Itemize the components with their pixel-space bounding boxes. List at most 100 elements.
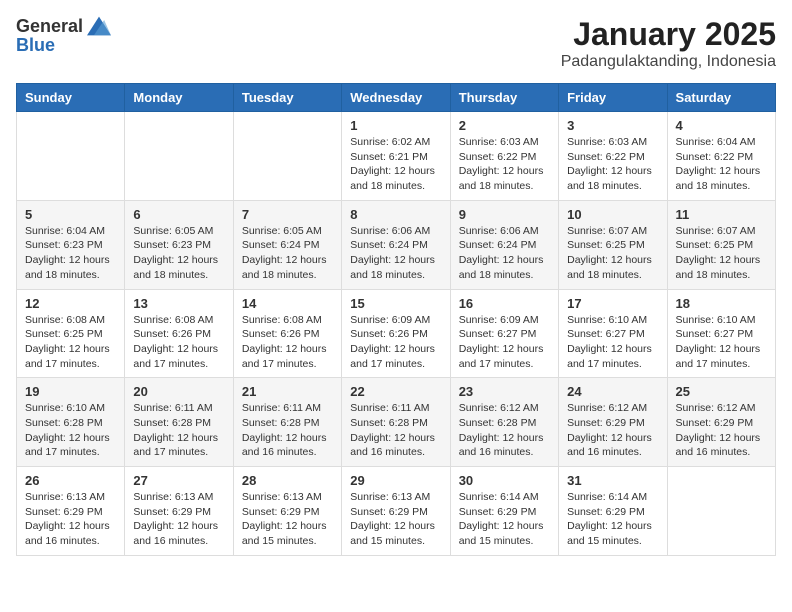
calendar-cell: 24 Sunrise: 6:12 AMSunset: 6:29 PMDayligh… <box>559 378 667 467</box>
title-location: Padangulaktanding, Indonesia <box>561 53 776 71</box>
calendar-cell: 8Sunrise: 6:06 AMSunset: 6:24 PMDaylight… <box>342 200 450 289</box>
day-number: 13 <box>133 296 224 311</box>
day-number: 12 <box>25 296 116 311</box>
day-number: 26 <box>25 473 116 488</box>
day-info: Sunrise: 6:08 AMSunset: 6:26 PMDaylight:… <box>242 313 333 372</box>
day-info: Sunrise: 6:13 AMSunset: 6:29 PMDaylight:… <box>242 490 333 549</box>
calendar-cell: 12 Sunrise: 6:08 AMSunset: 6:25 PMDayligh… <box>17 289 125 378</box>
day-info: Sunrise: 6:08 AMSunset: 6:26 PMDaylight:… <box>133 313 224 372</box>
header-friday: Friday <box>559 84 667 112</box>
calendar-cell: 10 Sunrise: 6:07 AMSunset: 6:25 PMDayligh… <box>559 200 667 289</box>
calendar-cell: 17Sunrise: 6:10 AMSunset: 6:27 PMDayligh… <box>559 289 667 378</box>
logo-general: General <box>16 17 83 35</box>
day-number: 18 <box>676 296 767 311</box>
day-info: Sunrise: 6:04 AMSunset: 6:22 PMDaylight:… <box>676 135 767 194</box>
day-info: Sunrise: 6:04 AMSunset: 6:23 PMDaylight:… <box>25 224 116 283</box>
day-info: Sunrise: 6:07 AMSunset: 6:25 PMDaylight:… <box>567 224 658 283</box>
day-number: 9 <box>459 207 550 222</box>
header-thursday: Thursday <box>450 84 558 112</box>
calendar-cell: 21Sunrise: 6:11 AMSunset: 6:28 PMDayligh… <box>233 378 341 467</box>
logo-text: General Blue <box>16 16 111 54</box>
calendar-cell: 3 Sunrise: 6:03 AMSunset: 6:22 PMDaylight… <box>559 112 667 201</box>
calendar-table: SundayMondayTuesdayWednesdayThursdayFrid… <box>16 83 776 556</box>
calendar-cell: 27Sunrise: 6:13 AMSunset: 6:29 PMDayligh… <box>125 467 233 556</box>
calendar-cell <box>233 112 341 201</box>
calendar-cell: 25Sunrise: 6:12 AMSunset: 6:29 PMDayligh… <box>667 378 775 467</box>
day-info: Sunrise: 6:10 AMSunset: 6:27 PMDaylight:… <box>676 313 767 372</box>
calendar-cell: 19Sunrise: 6:10 AMSunset: 6:28 PMDayligh… <box>17 378 125 467</box>
day-info: Sunrise: 6:05 AMSunset: 6:24 PMDaylight:… <box>242 224 333 283</box>
calendar-week-5: 26 Sunrise: 6:13 AMSunset: 6:29 PMDayligh… <box>17 467 776 556</box>
calendar-cell: 23 Sunrise: 6:12 AMSunset: 6:28 PMDayligh… <box>450 378 558 467</box>
day-number: 24 <box>567 384 658 399</box>
calendar-cell: 7Sunrise: 6:05 AMSunset: 6:24 PMDaylight… <box>233 200 341 289</box>
day-info: Sunrise: 6:11 AMSunset: 6:28 PMDaylight:… <box>133 401 224 460</box>
day-number: 20 <box>133 384 224 399</box>
day-info: Sunrise: 6:06 AMSunset: 6:24 PMDaylight:… <box>459 224 550 283</box>
calendar-week-3: 12 Sunrise: 6:08 AMSunset: 6:25 PMDayligh… <box>17 289 776 378</box>
day-number: 14 <box>242 296 333 311</box>
day-info: Sunrise: 6:13 AMSunset: 6:29 PMDaylight:… <box>350 490 441 549</box>
day-number: 16 <box>459 296 550 311</box>
calendar-cell: 29 Sunrise: 6:13 AMSunset: 6:29 PMDayligh… <box>342 467 450 556</box>
day-info: Sunrise: 6:05 AMSunset: 6:23 PMDaylight:… <box>133 224 224 283</box>
calendar-cell <box>125 112 233 201</box>
day-info: Sunrise: 6:07 AMSunset: 6:25 PMDaylight:… <box>676 224 767 283</box>
calendar-cell: 9 Sunrise: 6:06 AMSunset: 6:24 PMDaylight… <box>450 200 558 289</box>
header-sunday: Sunday <box>17 84 125 112</box>
day-number: 1 <box>350 118 441 133</box>
calendar-cell: 20 Sunrise: 6:11 AMSunset: 6:28 PMDayligh… <box>125 378 233 467</box>
day-number: 19 <box>25 384 116 399</box>
calendar-cell: 22 Sunrise: 6:11 AMSunset: 6:28 PMDayligh… <box>342 378 450 467</box>
day-info: Sunrise: 6:02 AMSunset: 6:21 PMDaylight:… <box>350 135 441 194</box>
day-info: Sunrise: 6:09 AMSunset: 6:26 PMDaylight:… <box>350 313 441 372</box>
calendar-cell: 31Sunrise: 6:14 AMSunset: 6:29 PMDayligh… <box>559 467 667 556</box>
calendar-cell: 6 Sunrise: 6:05 AMSunset: 6:23 PMDaylight… <box>125 200 233 289</box>
header-monday: Monday <box>125 84 233 112</box>
day-info: Sunrise: 6:12 AMSunset: 6:28 PMDaylight:… <box>459 401 550 460</box>
day-number: 15 <box>350 296 441 311</box>
day-number: 30 <box>459 473 550 488</box>
day-info: Sunrise: 6:11 AMSunset: 6:28 PMDaylight:… <box>350 401 441 460</box>
day-info: Sunrise: 6:13 AMSunset: 6:29 PMDaylight:… <box>25 490 116 549</box>
day-info: Sunrise: 6:03 AMSunset: 6:22 PMDaylight:… <box>567 135 658 194</box>
day-number: 29 <box>350 473 441 488</box>
calendar-cell: 4 Sunrise: 6:04 AMSunset: 6:22 PMDaylight… <box>667 112 775 201</box>
day-number: 22 <box>350 384 441 399</box>
day-info: Sunrise: 6:03 AMSunset: 6:22 PMDaylight:… <box>459 135 550 194</box>
logo-blue: Blue <box>16 36 111 54</box>
header-tuesday: Tuesday <box>233 84 341 112</box>
calendar-cell: 13 Sunrise: 6:08 AMSunset: 6:26 PMDayligh… <box>125 289 233 378</box>
calendar-cell: 18 Sunrise: 6:10 AMSunset: 6:27 PMDayligh… <box>667 289 775 378</box>
calendar-cell <box>667 467 775 556</box>
calendar-cell: 28Sunrise: 6:13 AMSunset: 6:29 PMDayligh… <box>233 467 341 556</box>
day-number: 6 <box>133 207 224 222</box>
logo-icon <box>87 16 111 36</box>
day-info: Sunrise: 6:14 AMSunset: 6:29 PMDaylight:… <box>459 490 550 549</box>
calendar-week-1: 1 Sunrise: 6:02 AMSunset: 6:21 PMDaylight… <box>17 112 776 201</box>
day-number: 31 <box>567 473 658 488</box>
day-number: 3 <box>567 118 658 133</box>
day-number: 4 <box>676 118 767 133</box>
calendar-cell: 2Sunrise: 6:03 AMSunset: 6:22 PMDaylight… <box>450 112 558 201</box>
calendar-cell: 15 Sunrise: 6:09 AMSunset: 6:26 PMDayligh… <box>342 289 450 378</box>
calendar-week-2: 5Sunrise: 6:04 AMSunset: 6:23 PMDaylight… <box>17 200 776 289</box>
day-info: Sunrise: 6:10 AMSunset: 6:27 PMDaylight:… <box>567 313 658 372</box>
calendar-cell: 14 Sunrise: 6:08 AMSunset: 6:26 PMDayligh… <box>233 289 341 378</box>
calendar-header-row: SundayMondayTuesdayWednesdayThursdayFrid… <box>17 84 776 112</box>
day-number: 21 <box>242 384 333 399</box>
day-info: Sunrise: 6:09 AMSunset: 6:27 PMDaylight:… <box>459 313 550 372</box>
day-info: Sunrise: 6:08 AMSunset: 6:25 PMDaylight:… <box>25 313 116 372</box>
page-header: General Blue January 2025 Padangulaktand… <box>16 16 776 71</box>
day-info: Sunrise: 6:12 AMSunset: 6:29 PMDaylight:… <box>567 401 658 460</box>
day-info: Sunrise: 6:13 AMSunset: 6:29 PMDaylight:… <box>133 490 224 549</box>
day-number: 23 <box>459 384 550 399</box>
day-number: 10 <box>567 207 658 222</box>
calendar-cell: 5Sunrise: 6:04 AMSunset: 6:23 PMDaylight… <box>17 200 125 289</box>
calendar-cell: 30 Sunrise: 6:14 AMSunset: 6:29 PMDayligh… <box>450 467 558 556</box>
day-info: Sunrise: 6:06 AMSunset: 6:24 PMDaylight:… <box>350 224 441 283</box>
title-block: January 2025 Padangulaktanding, Indonesi… <box>561 16 776 71</box>
logo: General Blue <box>16 16 111 54</box>
title-month: January 2025 <box>561 16 776 53</box>
calendar-week-4: 19Sunrise: 6:10 AMSunset: 6:28 PMDayligh… <box>17 378 776 467</box>
